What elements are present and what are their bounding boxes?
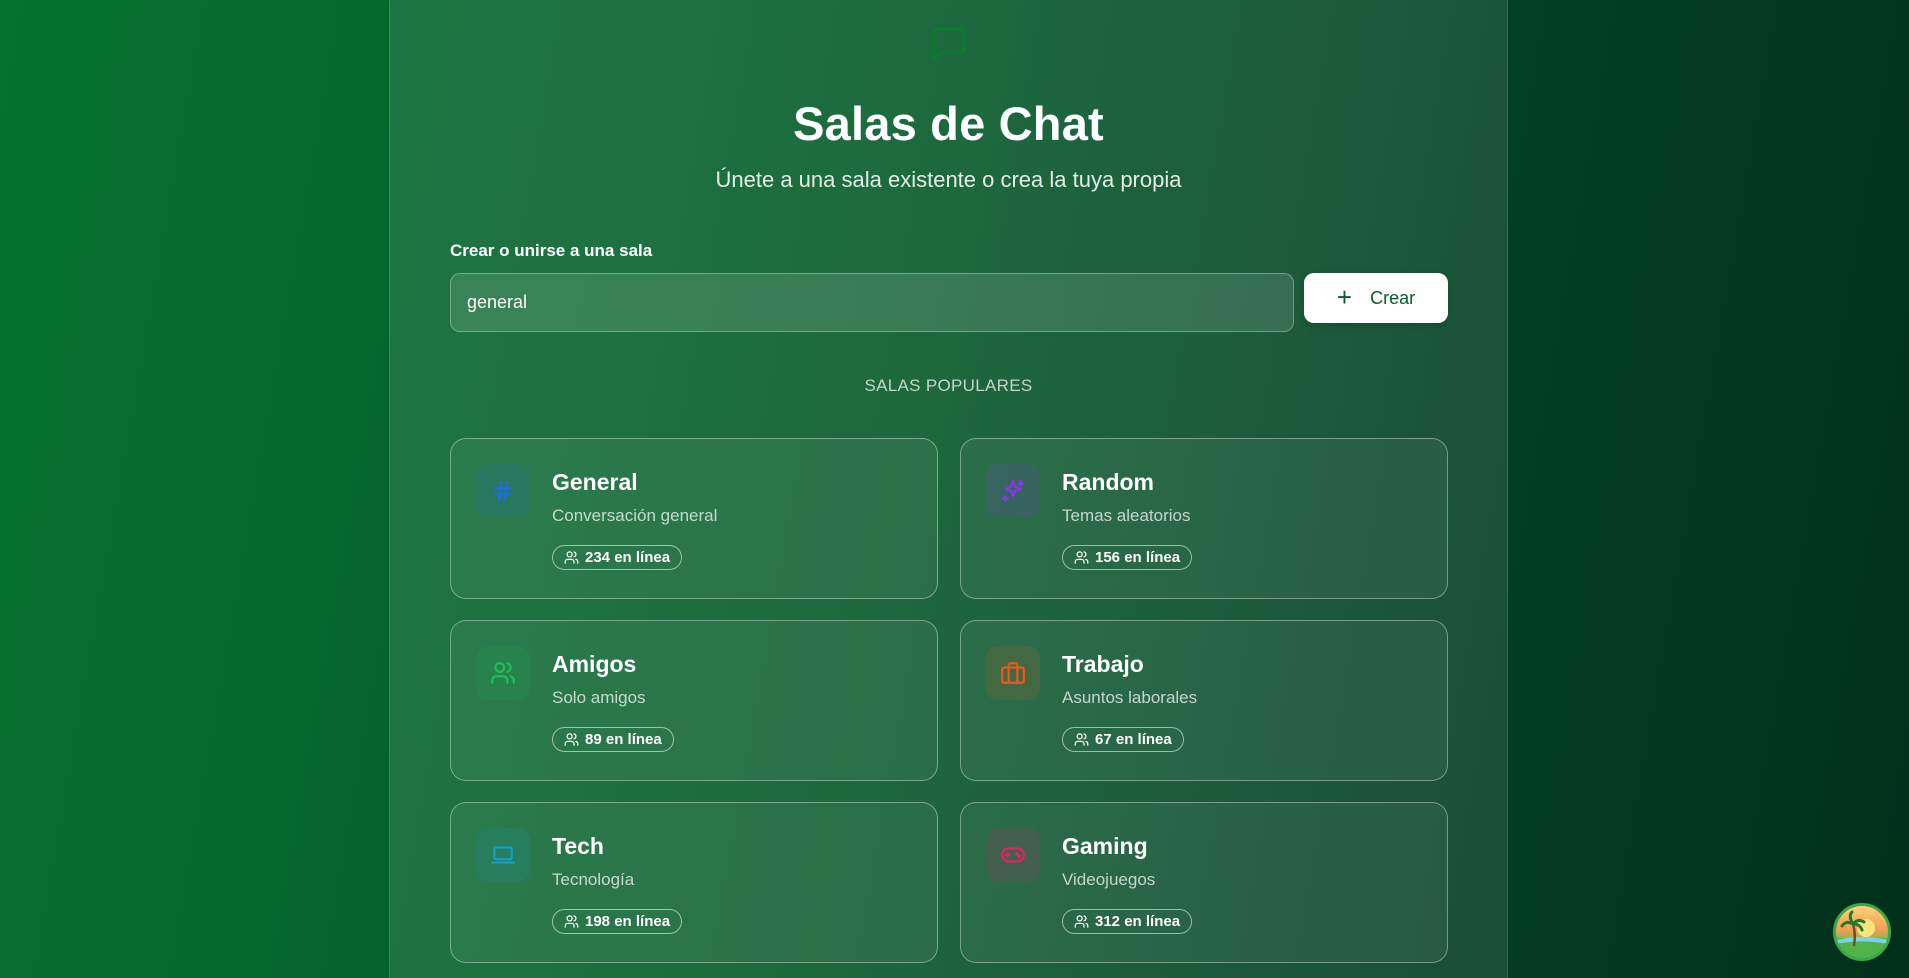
palm-tree-sunset-icon (1836, 910, 1888, 958)
plus-icon: + (1336, 282, 1353, 312)
room-name: Trabajo (1062, 651, 1144, 677)
floating-avatar-button[interactable] (1833, 903, 1891, 961)
users-icon (564, 733, 579, 746)
users-icon (564, 915, 579, 928)
users-icon (1074, 551, 1089, 564)
online-count-badge: 156 en línea (1062, 545, 1193, 570)
room-description: Tecnología (552, 870, 635, 889)
online-count-badge: 312 en línea (1062, 909, 1193, 934)
users-icon (1074, 915, 1089, 928)
room-description: Conversación general (552, 506, 718, 525)
online-count-badge: 198 en línea (552, 909, 683, 934)
online-count-badge: 89 en línea (552, 727, 674, 752)
online-count-badge: 67 en línea (1062, 727, 1184, 752)
room-input-label: Crear o unirse a una sala (450, 241, 653, 260)
room-description: Temas aleatorios (1062, 506, 1191, 525)
room-name: Amigos (552, 651, 637, 677)
room-name: General (552, 469, 638, 495)
room-icon-container (986, 828, 1040, 882)
room-card-tech[interactable]: Tech Tecnología 198 en línea (450, 802, 938, 963)
room-card-general[interactable]: General Conversación general 234 en líne… (450, 438, 938, 599)
room-icon-container (986, 464, 1040, 518)
online-count: 156 en línea (1095, 549, 1181, 566)
page-title: Salas de Chat (793, 97, 1104, 150)
briefcase-icon (1001, 662, 1025, 684)
users-icon (1074, 733, 1089, 746)
room-name: Gaming (1062, 833, 1148, 859)
room-name: Tech (552, 833, 604, 859)
online-count: 89 en línea (585, 731, 662, 748)
page-subtitle: Únete a una sala existente o crea la tuy… (715, 167, 1182, 192)
online-count-badge: 234 en línea (552, 545, 683, 570)
online-count: 312 en línea (1095, 913, 1181, 930)
online-count: 67 en línea (1095, 731, 1172, 748)
gamepad-icon (1001, 847, 1025, 863)
message-square-icon (932, 27, 966, 61)
create-button-label: Crear (1370, 287, 1416, 308)
sparkles-icon (1002, 480, 1024, 502)
room-icon-container (986, 646, 1040, 700)
room-card-trabajo[interactable]: Trabajo Asuntos laborales 67 en línea (960, 620, 1448, 781)
room-card-gaming[interactable]: Gaming Videojuegos 312 en línea (960, 802, 1448, 963)
room-icon-container (476, 828, 530, 882)
users-icon (564, 551, 579, 564)
room-description: Videojuegos (1062, 870, 1156, 889)
room-icon-container (476, 646, 530, 700)
room-name: Random (1062, 469, 1154, 495)
room-description: Asuntos laborales (1062, 688, 1198, 707)
hash-icon (493, 480, 513, 502)
room-icon-container (476, 464, 530, 518)
users-icon (491, 662, 515, 684)
create-room-button[interactable]: + Crear (1304, 273, 1448, 323)
room-description: Solo amigos (552, 688, 646, 707)
online-count: 234 en línea (585, 549, 671, 566)
popular-rooms-heading: SALAS POPULARES (864, 376, 1033, 395)
laptop-icon (491, 846, 515, 864)
room-card-amigos[interactable]: Amigos Solo amigos 89 en línea (450, 620, 938, 781)
room-card-random[interactable]: Random Temas aleatorios 156 en línea (960, 438, 1448, 599)
room-name-input[interactable] (450, 273, 1294, 332)
online-count: 198 en línea (585, 913, 671, 930)
